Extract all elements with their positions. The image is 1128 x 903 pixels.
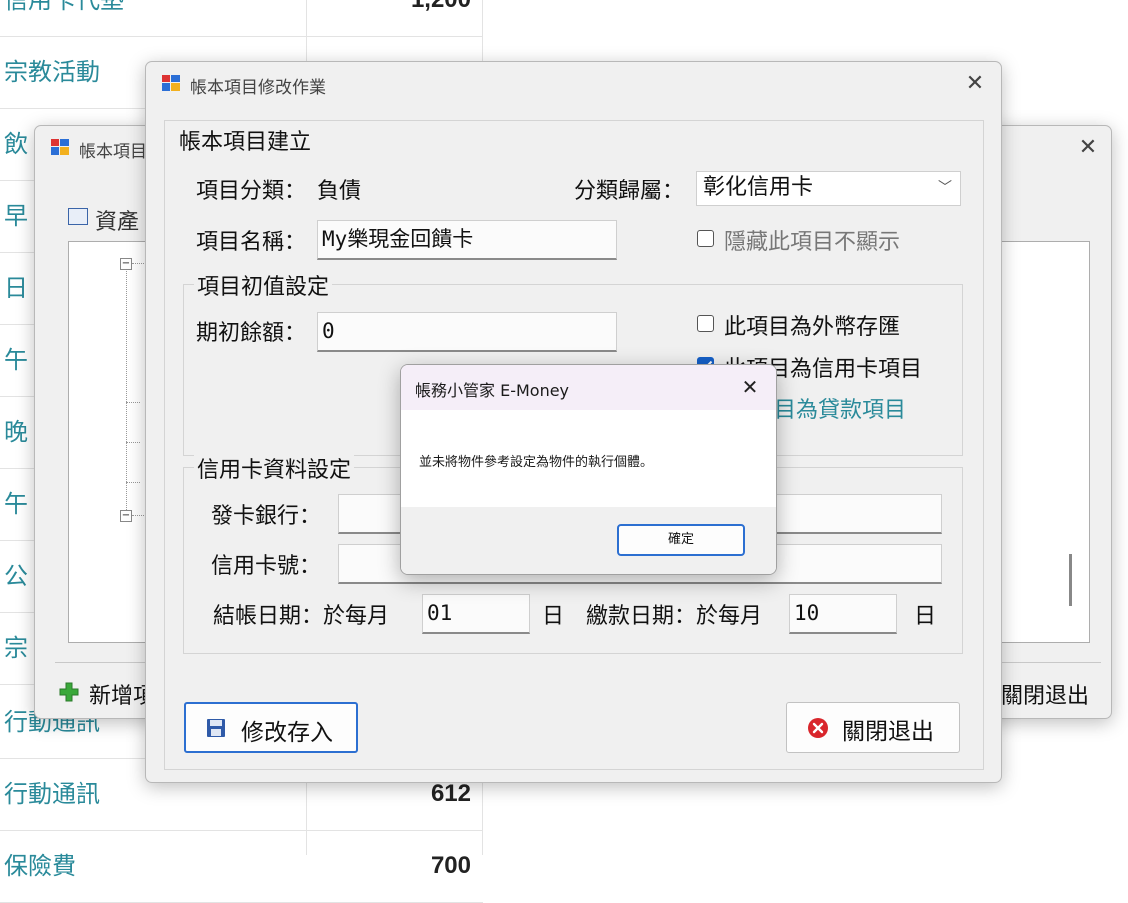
amount-cell: 700 xyxy=(430,852,471,879)
table-icon xyxy=(68,208,88,225)
scrollbar-thumb[interactable] xyxy=(1069,554,1072,606)
tree-connector xyxy=(132,263,146,264)
tree-expand-toggle[interactable]: − xyxy=(120,510,132,522)
closing-date-label: 結帳日期：於每月 xyxy=(213,604,390,629)
close-icon[interactable]: ✕ xyxy=(960,69,990,99)
dialog-titlebar[interactable]: 帳務小管家 E-Money ✕ xyxy=(401,365,776,410)
group-select-value: 彰化信用卡 xyxy=(703,175,814,200)
category-cell: 保險費 xyxy=(4,852,76,880)
group-label: 分類歸屬： xyxy=(574,179,685,204)
chevron-down-icon: ﹀ xyxy=(938,180,952,196)
payment-date-label: 繳款日期：於每月 xyxy=(586,604,763,629)
error-message-dialog: 帳務小管家 E-Money ✕ 並未將物件參考設定為物件的執行個體。 確定 xyxy=(400,364,777,575)
category-label: 項目分類： xyxy=(196,179,307,204)
foreign-currency-checkbox[interactable] xyxy=(697,315,714,332)
category-cell: 宗 xyxy=(4,634,28,662)
window-title: 帳本項目 xyxy=(79,142,147,162)
opening-balance-input[interactable]: 0 xyxy=(317,312,617,352)
closing-day-value: 01 xyxy=(427,601,453,625)
save-button-label: 修改存入 xyxy=(241,720,333,746)
foreign-currency-label[interactable]: 此項目為外幣存匯 xyxy=(724,309,900,341)
payment-day-value: 10 xyxy=(794,601,820,625)
item-name-input[interactable]: My樂現金回饋卡 xyxy=(317,220,617,260)
loan-item-label[interactable]: 目為貸款項目 xyxy=(774,392,906,424)
closing-day-unit: 日 xyxy=(542,604,565,629)
closing-day-input[interactable]: 01 xyxy=(422,594,530,634)
add-icon xyxy=(59,682,79,702)
category-cell: 晚 xyxy=(4,418,28,446)
save-button[interactable]: 修改存入 xyxy=(184,702,358,753)
credit-card-group-title: 信用卡資料設定 xyxy=(194,452,355,484)
opening-balance-label: 期初餘額： xyxy=(196,321,307,346)
section-title: 帳本項目建立 xyxy=(176,124,315,156)
window-titlebar[interactable]: 帳本項目修改作業 ✕ xyxy=(146,62,1001,104)
table-row[interactable]: 保險費 700 xyxy=(0,830,483,903)
tree-expand-toggle[interactable]: − xyxy=(120,258,132,270)
close-exit-button[interactable]: 關閉退出 xyxy=(786,702,960,753)
tree-connector xyxy=(126,442,140,443)
hide-item-checkbox[interactable] xyxy=(697,230,714,247)
initial-value-group-title: 項目初值設定 xyxy=(194,269,333,301)
payment-day-unit: 日 xyxy=(914,604,937,629)
window-title: 帳本項目修改作業 xyxy=(190,78,326,98)
hide-item-label[interactable]: 隱藏此項目不顯示 xyxy=(724,224,900,256)
opening-balance-value: 0 xyxy=(322,319,335,343)
app-icon xyxy=(162,75,180,91)
category-value: 負債 xyxy=(317,179,362,204)
tree-connector xyxy=(126,482,140,483)
save-icon xyxy=(206,718,226,744)
dialog-body: 並未將物件參考設定為物件的執行個體。 xyxy=(401,410,776,507)
category-cell: 日 xyxy=(4,274,28,302)
tree-connector xyxy=(126,402,140,403)
table-row[interactable]: 信用卡代墊 1,200 xyxy=(0,0,483,37)
card-number-label: 信用卡號： xyxy=(211,554,322,579)
category-cell: 信用卡代墊 xyxy=(4,0,124,14)
tab-assets[interactable]: 資產 xyxy=(95,204,139,236)
close-exit-button-label: 關閉退出 xyxy=(842,719,934,745)
category-cell: 飲 xyxy=(4,130,28,158)
close-circle-icon xyxy=(807,717,829,745)
tree-connector xyxy=(126,260,127,520)
close-icon[interactable]: ✕ xyxy=(1073,133,1103,163)
amount-cell: 1,200 xyxy=(411,0,471,36)
close-icon[interactable]: ✕ xyxy=(735,372,765,402)
ok-button[interactable]: 確定 xyxy=(617,524,745,556)
category-cell: 宗教活動 xyxy=(4,58,100,86)
dialog-title: 帳務小管家 E-Money xyxy=(415,381,570,400)
name-label: 項目名稱： xyxy=(196,230,307,255)
category-cell: 行動通訊 xyxy=(4,780,100,808)
dialog-message: 並未將物件參考設定為物件的執行個體。 xyxy=(419,455,654,470)
payment-day-input[interactable]: 10 xyxy=(789,594,897,634)
category-cell: 早 xyxy=(4,202,28,230)
item-name-value: My樂現金回饋卡 xyxy=(322,227,474,251)
close-exit-button[interactable]: 關閉退出 xyxy=(1001,678,1089,710)
category-cell: 午 xyxy=(4,490,28,518)
category-cell: 公 xyxy=(4,562,28,590)
app-icon xyxy=(51,139,69,155)
tree-connector xyxy=(132,515,146,516)
bank-label: 發卡銀行： xyxy=(211,504,322,529)
category-cell: 午 xyxy=(4,346,28,374)
group-select[interactable]: 彰化信用卡 ﹀ xyxy=(696,171,961,206)
